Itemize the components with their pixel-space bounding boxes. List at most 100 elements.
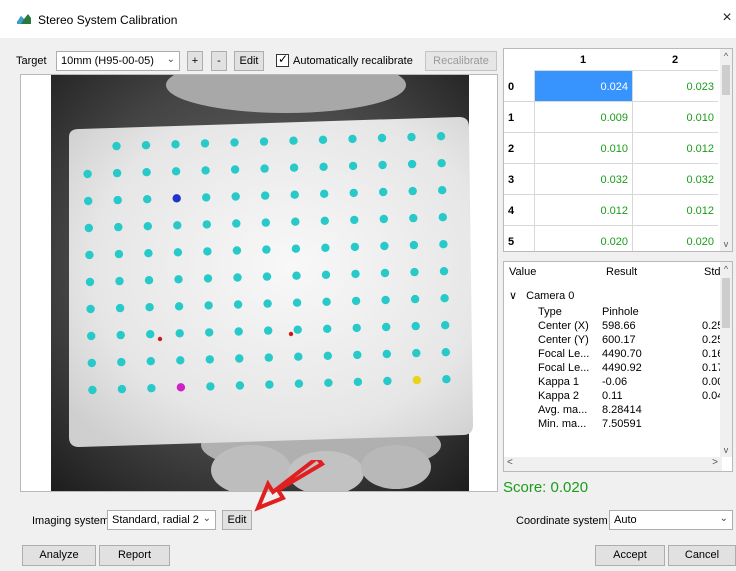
tree-group-camera-0[interactable]: ∨ Camera 0 bbox=[509, 289, 574, 303]
calibration-dot bbox=[116, 330, 125, 340]
results-tree: Value Result StdI ∨ Camera 0 Type Pinhol… bbox=[503, 261, 733, 472]
calibration-dot bbox=[87, 331, 96, 341]
chevron-down-icon: ⌄ bbox=[719, 513, 728, 524]
row-header-5[interactable]: 5 bbox=[504, 226, 534, 251]
calibration-dot bbox=[174, 275, 183, 284]
tree-row-name[interactable]: Min. ma... bbox=[538, 418, 586, 432]
calibration-dot bbox=[439, 240, 448, 249]
edit-target-button[interactable]: Edit bbox=[234, 51, 264, 71]
tree-row-name[interactable]: Center (X) bbox=[538, 320, 589, 334]
tree-row-name[interactable]: Avg. ma... bbox=[538, 404, 587, 418]
column-header-2[interactable]: 2 bbox=[632, 49, 718, 71]
row-header-3[interactable]: 3 bbox=[504, 164, 534, 195]
edit-imaging-system-button[interactable]: Edit bbox=[222, 510, 252, 530]
scrollbar-thumb[interactable] bbox=[722, 278, 730, 328]
calibration-dot bbox=[233, 300, 243, 309]
calibration-dot bbox=[383, 376, 392, 386]
table-cell[interactable]: 0.012 bbox=[632, 195, 718, 226]
calibration-dot bbox=[114, 249, 124, 259]
calibration-dot bbox=[320, 189, 329, 198]
target-select[interactable]: 10mm (H95-00-05) ⌄ bbox=[56, 51, 180, 71]
table-cell[interactable]: 0.012 bbox=[534, 195, 632, 226]
calibration-dot bbox=[318, 135, 328, 144]
recalibrate-button[interactable]: Recalibrate bbox=[425, 51, 497, 71]
tree-row-name[interactable]: Focal Le... bbox=[538, 362, 589, 376]
column-header-1[interactable]: 1 bbox=[534, 49, 632, 71]
table-cell[interactable]: 0.020 bbox=[534, 226, 632, 251]
calibration-dot bbox=[232, 246, 242, 255]
chevron-down-icon: ⌄ bbox=[202, 513, 211, 524]
calibration-dot bbox=[143, 222, 152, 231]
scroll-down-icon[interactable]: v bbox=[720, 445, 732, 455]
target-label: Target bbox=[16, 55, 47, 67]
row-header-0[interactable]: 0 bbox=[504, 71, 534, 102]
accept-button[interactable]: Accept bbox=[595, 545, 665, 566]
calibration-dot bbox=[113, 195, 122, 205]
scrollbar-thumb[interactable] bbox=[722, 65, 730, 95]
table-cell[interactable]: 0.020 bbox=[632, 226, 718, 251]
tree-row-name[interactable]: Kappa 2 bbox=[538, 390, 579, 404]
calibration-dot bbox=[112, 168, 122, 178]
table-cell[interactable]: 0.009 bbox=[534, 102, 632, 133]
report-button[interactable]: Report bbox=[99, 545, 170, 566]
camera-image-view[interactable] bbox=[20, 74, 498, 492]
imaging-system-select[interactable]: Standard, radial 2 ⌄ bbox=[107, 510, 216, 530]
scroll-left-icon[interactable]: < bbox=[507, 457, 513, 468]
tree-header-value[interactable]: Value bbox=[509, 266, 536, 278]
calibration-dot bbox=[408, 186, 417, 196]
calibration-dot bbox=[407, 159, 417, 169]
scroll-right-icon[interactable]: > bbox=[712, 457, 718, 468]
calibration-dot bbox=[171, 140, 180, 149]
tree-vertical-scrollbar[interactable]: ^ v bbox=[720, 262, 732, 457]
tree-row-name[interactable]: Center (Y) bbox=[538, 334, 589, 348]
auto-recalibrate-checkbox[interactable]: ✓ bbox=[276, 52, 289, 67]
calibration-dot bbox=[294, 352, 303, 361]
add-target-button[interactable]: + bbox=[187, 51, 203, 71]
calibration-dot bbox=[202, 220, 211, 229]
tree-row-result: Pinhole bbox=[602, 306, 639, 318]
table-cell[interactable]: 0.010 bbox=[632, 102, 718, 133]
imaging-system-value: Standard, radial 2 bbox=[112, 514, 199, 526]
table-cell[interactable]: 0.010 bbox=[534, 133, 632, 164]
scroll-down-icon[interactable]: v bbox=[720, 239, 732, 249]
calibration-dot bbox=[115, 276, 124, 286]
row-header-2[interactable]: 2 bbox=[504, 133, 534, 164]
table-cell[interactable]: 0.012 bbox=[632, 133, 718, 164]
close-icon[interactable]: × bbox=[718, 6, 736, 30]
tree-row-name[interactable]: Focal Le... bbox=[538, 348, 589, 362]
row-header-4[interactable]: 4 bbox=[504, 195, 534, 226]
calibration-dot bbox=[112, 141, 121, 151]
title-bar: Stereo System Calibration × bbox=[0, 0, 736, 38]
tree-row-name[interactable]: Type bbox=[538, 306, 562, 320]
table-vertical-scrollbar[interactable]: ^ v bbox=[720, 49, 732, 251]
tree-row-result: 7.50591 bbox=[602, 418, 642, 430]
calibration-dot bbox=[201, 166, 210, 175]
expand-chevron-icon[interactable]: ∨ bbox=[509, 290, 517, 302]
calibration-dot bbox=[175, 329, 184, 338]
calibration-dot bbox=[259, 137, 269, 146]
remove-target-button[interactable]: - bbox=[211, 51, 227, 71]
table-cell[interactable]: 0.023 bbox=[632, 71, 718, 102]
row-header-1[interactable]: 1 bbox=[504, 102, 534, 133]
tree-row-name[interactable]: Kappa 1 bbox=[538, 376, 579, 390]
scroll-up-icon[interactable]: ^ bbox=[720, 264, 732, 274]
analyze-button[interactable]: Analyze bbox=[22, 545, 96, 566]
calibration-dot bbox=[379, 187, 388, 197]
table-cell[interactable]: 0.032 bbox=[632, 164, 718, 195]
tree-header-result[interactable]: Result bbox=[606, 266, 637, 278]
table-cell[interactable]: 0.032 bbox=[534, 164, 632, 195]
scroll-up-icon[interactable]: ^ bbox=[720, 51, 732, 61]
table-cell[interactable]: 0.024 bbox=[534, 71, 632, 102]
red-marker-dot bbox=[288, 331, 294, 337]
calibration-dot bbox=[117, 384, 127, 394]
calibration-dot bbox=[261, 218, 270, 227]
calibration-dot bbox=[86, 304, 95, 314]
calibration-dot bbox=[206, 382, 215, 391]
calibration-dot bbox=[171, 167, 181, 176]
tree-horizontal-scrollbar[interactable]: < > bbox=[504, 457, 722, 471]
calibration-dot bbox=[349, 188, 358, 198]
calibration-dot bbox=[85, 277, 95, 287]
coordinate-system-select[interactable]: Auto ⌄ bbox=[609, 510, 733, 530]
calibration-dot bbox=[263, 299, 272, 308]
cancel-button[interactable]: Cancel bbox=[668, 545, 736, 566]
